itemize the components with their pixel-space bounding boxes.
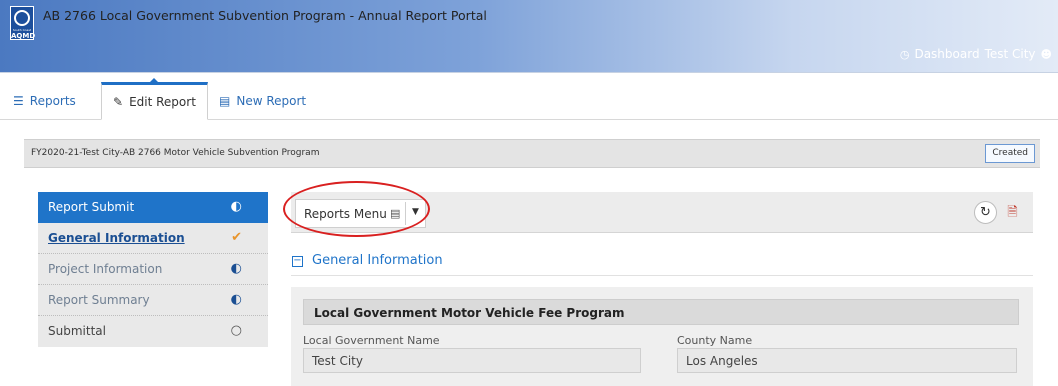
half-circle-icon: ◐ [230, 292, 242, 307]
report-sections-sidebar: Report Submit ◐ General Information ✔ Pr… [38, 192, 268, 347]
tab-bar: ☰ Reports ✎ Edit Report ▤ New Report [0, 78, 1058, 120]
user-name[interactable]: Test City [985, 47, 1036, 61]
tab-new-report[interactable]: ▤ New Report [208, 82, 317, 120]
sidebar-item-report-submit[interactable]: Report Submit ◐ [38, 192, 268, 223]
breadcrumb-text: FY2020-21-Test City-AB 2766 Motor Vehicl… [31, 148, 320, 158]
sidebar-item-project-information[interactable]: Project Information ◐ [38, 254, 268, 285]
form-heading: Local Government Motor Vehicle Fee Progr… [303, 299, 1019, 325]
section-general-information[interactable]: − General Information [291, 248, 1033, 276]
edit-icon: ✎ [113, 95, 124, 109]
county-name-field[interactable]: Los Angeles [677, 348, 1017, 373]
local-government-name-field[interactable]: Test City [303, 348, 641, 373]
collapse-icon[interactable]: − [292, 256, 303, 267]
half-circle-icon: ◐ [230, 199, 242, 214]
app-title: AB 2766 Local Government Subvention Prog… [43, 8, 487, 23]
county-name-label: County Name [677, 334, 753, 347]
pdf-icon[interactable]: 🗎 [1001, 201, 1024, 224]
document-icon: ▤ [219, 94, 231, 108]
report-breadcrumb: FY2020-21-Test City-AB 2766 Motor Vehicl… [24, 139, 1040, 168]
dashboard-icon[interactable]: ◷ [900, 48, 910, 61]
sidebar-item-report-summary[interactable]: Report Summary ◐ [38, 285, 268, 316]
check-circle-icon: ✔ [231, 230, 242, 245]
local-government-name-label: Local Government Name [303, 334, 440, 347]
list-icon: ☰ [13, 94, 24, 108]
user-icon[interactable]: ☻ [1041, 48, 1052, 61]
annotation-circle [283, 181, 430, 237]
tab-edit-report[interactable]: ✎ Edit Report [101, 78, 208, 120]
header-user-area: ◷ Dashboard Test City ☻ [900, 47, 1052, 61]
status-badge: Created [985, 144, 1035, 163]
sidebar-item-submittal[interactable]: Submittal ○ [38, 316, 268, 347]
dashboard-link[interactable]: Dashboard [914, 47, 979, 61]
app-header: South Coast AQMD AB 2766 Local Governmen… [0, 0, 1058, 73]
aqmd-logo: South Coast AQMD [10, 6, 35, 40]
tab-reports[interactable]: ☰ Reports [2, 82, 87, 120]
half-circle-icon: ◐ [230, 261, 242, 276]
empty-circle-icon: ○ [230, 323, 242, 338]
general-information-form: Local Government Motor Vehicle Fee Progr… [291, 287, 1033, 386]
refresh-icon[interactable]: ↻ [974, 201, 997, 224]
sidebar-item-general-information[interactable]: General Information ✔ [38, 223, 268, 254]
section-title: General Information [312, 253, 443, 268]
